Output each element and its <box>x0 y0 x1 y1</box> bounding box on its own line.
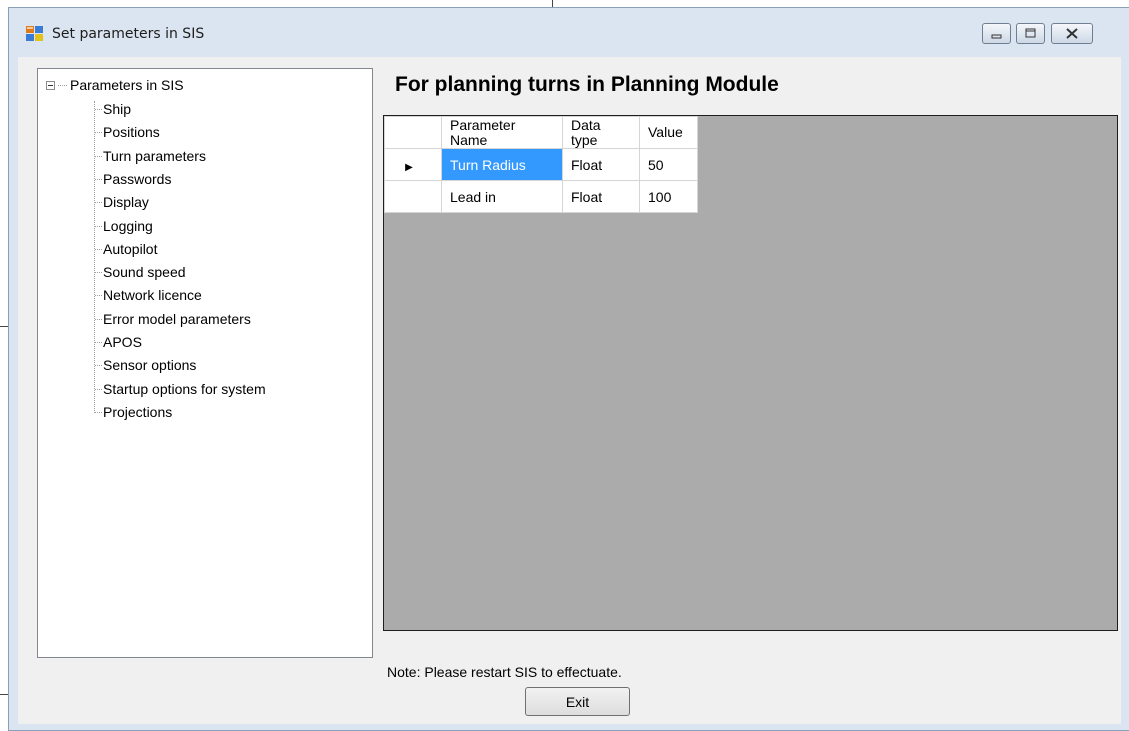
window-title: Set parameters in SIS <box>52 26 205 42</box>
column-header-value[interactable]: Value <box>639 116 698 149</box>
tree-connector <box>95 225 102 227</box>
tree-connector <box>95 202 102 204</box>
tree-root-node[interactable]: Parameters in SIS <box>46 77 184 93</box>
parameters-window: Set parameters in SIS Parameters in SIS <box>8 7 1129 731</box>
cell-data-type[interactable]: Float <box>562 180 640 213</box>
row-header-corner[interactable] <box>384 116 442 149</box>
tree-item[interactable]: Sound speed <box>103 264 186 280</box>
tree-item[interactable]: Sensor options <box>103 357 196 373</box>
tree-connector <box>95 248 102 250</box>
app-window-icon <box>26 26 43 41</box>
tree-item[interactable]: Ship <box>103 101 131 117</box>
tree-item[interactable]: Display <box>103 194 149 210</box>
parameter-tree[interactable]: Parameters in SIS Ship Positions Turn para… <box>37 68 373 658</box>
parameter-grid[interactable]: Parameter Name Data type Value ▶ Turn Ra… <box>383 115 1118 631</box>
minimize-icon <box>991 34 1002 39</box>
maximize-button[interactable] <box>1016 23 1045 44</box>
tree-item[interactable]: APOS <box>103 334 142 350</box>
table-row[interactable]: Lead in Float 100 <box>384 180 698 213</box>
tree-connector <box>95 342 102 343</box>
tree-connector <box>95 318 102 320</box>
tree-item[interactable]: Autopilot <box>103 241 157 257</box>
column-header-parameter-name[interactable]: Parameter Name <box>441 116 563 149</box>
cell-value[interactable]: 100 <box>639 180 698 213</box>
minimize-button[interactable] <box>982 23 1011 44</box>
cell-parameter-name[interactable]: Lead in <box>441 180 563 213</box>
tree-item[interactable]: Logging <box>103 218 153 234</box>
restore-icon <box>1025 28 1036 38</box>
column-header-line: Value <box>648 124 683 140</box>
close-button[interactable] <box>1051 23 1093 44</box>
tree-connector <box>95 365 102 367</box>
tree-connector <box>95 295 102 297</box>
tree-item[interactable]: Network licence <box>103 287 202 303</box>
grid-header-row: Parameter Name Data type Value <box>384 116 698 149</box>
background-tick-left-1 <box>0 326 8 327</box>
row-header[interactable] <box>384 180 442 213</box>
cell-parameter-name[interactable]: Turn Radius <box>441 148 563 181</box>
column-header-line: Data <box>571 116 601 133</box>
tree-connector <box>95 178 102 180</box>
tree-item[interactable]: Startup options for system <box>103 381 266 397</box>
cell-data-type[interactable]: Float <box>562 148 640 181</box>
row-header[interactable]: ▶ <box>384 148 442 181</box>
tree-connector <box>95 155 102 157</box>
tree-item[interactable]: Projections <box>103 404 172 420</box>
background-tick-left-2 <box>0 694 8 695</box>
tree-connector <box>58 84 67 86</box>
current-row-indicator-icon: ▶ <box>405 161 413 173</box>
exit-button[interactable]: Exit <box>525 687 630 716</box>
window-client-area: Parameters in SIS Ship Positions Turn para… <box>18 57 1121 724</box>
column-header-data-type[interactable]: Data type <box>562 116 640 149</box>
tree-item[interactable]: Error model parameters <box>103 311 251 327</box>
column-header-line: type <box>571 131 598 148</box>
tree-root-label: Parameters in SIS <box>70 77 184 93</box>
parameter-table: Parameter Name Data type Value ▶ Turn Ra… <box>384 116 698 213</box>
tree-connector <box>95 411 102 413</box>
tree-item[interactable]: Positions <box>103 124 160 140</box>
tree-connector <box>95 272 102 274</box>
cell-value[interactable]: 50 <box>639 148 698 181</box>
close-icon <box>1066 28 1078 39</box>
tree-connector <box>95 109 102 110</box>
page-title: For planning turns in Planning Module <box>395 73 779 96</box>
tree-item[interactable]: Turn parameters <box>103 148 206 164</box>
table-row[interactable]: ▶ Turn Radius Float 50 <box>384 148 698 181</box>
tree-connector <box>95 132 102 134</box>
tree-connector <box>95 388 102 390</box>
column-header-line: Name <box>450 131 488 148</box>
restart-note: Note: Please restart SIS to effectuate. <box>387 664 622 680</box>
column-header-line: Parameter <box>450 116 516 133</box>
tree-item[interactable]: Passwords <box>103 171 171 187</box>
title-bar[interactable]: Set parameters in SIS <box>9 8 1129 58</box>
collapse-icon[interactable] <box>46 80 55 90</box>
